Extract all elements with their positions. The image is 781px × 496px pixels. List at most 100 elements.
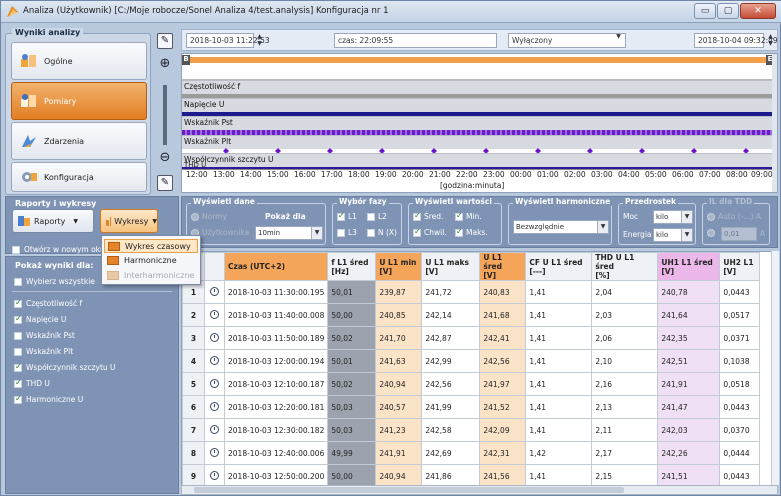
avg-checkbox[interactable]: Śred. bbox=[413, 211, 443, 221]
l3-checkbox[interactable]: L3 bbox=[337, 228, 357, 237]
table-row[interactable]: 9 2018-10-03 12:50:00.200 50,00 240,94 241,8… bbox=[182, 464, 761, 486]
table-row[interactable]: 2 2018-10-03 11:40:00.008 50,00 240,85 242,1… bbox=[182, 303, 761, 327]
result-checkbox[interactable]: Napięcie U bbox=[14, 314, 67, 324]
mode-select[interactable]: Wyłączony bbox=[508, 33, 626, 48]
table-cell: 242,09 bbox=[479, 418, 527, 442]
open-new-window-checkbox[interactable]: Otwórz w nowym oknie bbox=[12, 245, 111, 254]
edit-icon-2[interactable]: ✎ bbox=[157, 175, 173, 191]
result-checkbox[interactable]: Wskaźnik Plt bbox=[14, 347, 73, 356]
table-row[interactable]: 4 2018-10-03 12:00:00.194 50,01 241,63 242,9… bbox=[182, 349, 761, 373]
table-cell: 50,02 bbox=[327, 372, 377, 396]
max-checkbox[interactable]: Maks. bbox=[455, 227, 488, 237]
tdd-value-field[interactable]: 0,01 bbox=[721, 227, 757, 241]
result-checkbox[interactable]: THD U bbox=[14, 378, 50, 388]
power-prefix-select[interactable]: kilo ▼ bbox=[653, 210, 693, 224]
range-bar[interactable] bbox=[182, 57, 774, 63]
timeline-scrollbar[interactable] bbox=[772, 54, 777, 192]
timeline-row: Współczynnik szczytu U bbox=[182, 153, 774, 167]
table-cell: 50,03 bbox=[327, 418, 377, 442]
table-cell: 2,04 bbox=[591, 280, 659, 304]
tick-label: 08:00 bbox=[726, 170, 748, 179]
timeline-row-label: Częstotliwość f bbox=[184, 82, 241, 91]
table-row[interactable]: 7 2018-10-03 12:30:00.182 50,03 241,23 242,5… bbox=[182, 418, 761, 442]
edit-icon[interactable]: ✎ bbox=[157, 33, 173, 49]
energy-prefix-select[interactable]: kilo ▼ bbox=[653, 228, 693, 242]
column-header[interactable]: f L1 śred [Hz] bbox=[327, 252, 377, 281]
result-checkbox[interactable]: Częstotliwość f bbox=[14, 298, 82, 308]
menu-item-harmonics[interactable]: Harmoniczne bbox=[104, 254, 198, 268]
table-cell: 240,85 bbox=[375, 303, 423, 327]
nav-config-button[interactable]: Konfiguracja bbox=[11, 162, 147, 192]
scroll-thumb[interactable] bbox=[194, 487, 624, 493]
table-cell: 0,0443 bbox=[719, 395, 761, 419]
column-header[interactable]: Czas (UTC+2) bbox=[223, 252, 329, 281]
timeline-row: Wskaźnik Pst bbox=[182, 116, 774, 130]
norms-radio[interactable]: Normy bbox=[191, 212, 227, 221]
instant-checkbox[interactable]: Chwil. bbox=[413, 227, 447, 237]
start-time-field[interactable]: 2018-10-03 11:22:53 bbox=[186, 33, 270, 48]
clock-icon bbox=[204, 303, 225, 327]
interval-select[interactable]: 10min ▼ bbox=[255, 226, 323, 240]
table-row[interactable]: 5 2018-10-03 12:10:00.187 50,02 240,94 242,5… bbox=[182, 372, 761, 396]
table-row[interactable]: 3 2018-10-03 11:50:00.189 50,02 241,70 242,8… bbox=[182, 326, 761, 350]
min-checkbox[interactable]: Min. bbox=[455, 211, 482, 221]
charts-button[interactable]: Wykresy ▼ bbox=[100, 209, 158, 233]
column-header[interactable]: THD U L1 śred [%] bbox=[591, 252, 659, 281]
table-row[interactable]: 1 2018-10-03 11:30:00.195 50,01 239,87 241,7… bbox=[182, 280, 761, 304]
app-window: Analiza (Użytkownik) [C:/Moje robocze/So… bbox=[0, 0, 781, 496]
nav-measurements-button[interactable]: Pomiary bbox=[11, 82, 147, 120]
start-time-spinner[interactable]: ▲ ▼ bbox=[255, 33, 264, 48]
show-results-title: Pokaż wyniki dla: bbox=[12, 261, 97, 270]
l2-checkbox[interactable]: L2 bbox=[367, 212, 387, 221]
column-header[interactable]: UH1 L1 śred [V] bbox=[657, 252, 721, 281]
timeline-chart[interactable]: B E Częstotliwość f Napięcie U Wskaźnik … bbox=[181, 53, 778, 193]
n-checkbox[interactable]: N (X) bbox=[367, 228, 397, 237]
menu-item-timeplot[interactable]: Wykres czasowy bbox=[104, 239, 198, 253]
table-row[interactable]: 6 2018-10-03 12:20:00.181 50,03 240,57 241,9… bbox=[182, 395, 761, 419]
nav-events-button[interactable]: Zdarzenia bbox=[11, 122, 147, 160]
power-label: Moc bbox=[623, 212, 639, 221]
column-header[interactable]: CF U L1 śred [---] bbox=[525, 252, 593, 281]
menu-item-label: Harmoniczne bbox=[124, 256, 177, 265]
reports-button[interactable]: Raporty ▼ bbox=[12, 209, 94, 233]
harmonics-group: Wyświetl harmoniczne Bezwzględnie ▼ bbox=[508, 197, 613, 245]
l1-checkbox[interactable]: L1 bbox=[337, 211, 357, 221]
tick-label: 12:00 bbox=[186, 170, 208, 179]
table-cell: 1,41 bbox=[525, 326, 593, 350]
nav-general-button[interactable]: Ogólne bbox=[11, 42, 147, 80]
select-all-checkbox[interactable]: Wybierz wszystkie bbox=[14, 277, 95, 286]
minimize-button[interactable]: ▭ bbox=[694, 3, 716, 19]
row-number: 9 bbox=[182, 464, 205, 486]
column-header[interactable] bbox=[204, 252, 225, 281]
harmonics-mode-select[interactable]: Bezwzględnie ▼ bbox=[513, 220, 609, 234]
time-axis: THD U 12:00 13:00 14:00 15:00 16:00 17:0… bbox=[182, 161, 774, 192]
result-label: Napięcie U bbox=[26, 315, 67, 324]
end-time-field[interactable]: 2018-10-04 09:32:49 bbox=[694, 33, 778, 48]
chevron-down-icon[interactable]: ▼ bbox=[614, 33, 623, 48]
prefix-group: Przedrostek Moc kilo ▼ Energia kilo ▼ bbox=[618, 197, 696, 245]
column-header[interactable]: U L1 śred [V] bbox=[479, 252, 527, 281]
zoom-slider[interactable] bbox=[163, 85, 167, 145]
column-header[interactable]: U L1 maks [V] bbox=[421, 252, 481, 281]
table-vertical-scrollbar[interactable] bbox=[771, 251, 779, 485]
zoom-in-icon[interactable]: ⊕ bbox=[157, 57, 173, 73]
table-horizontal-scrollbar[interactable] bbox=[181, 485, 778, 495]
maximize-button[interactable]: ▢ bbox=[717, 3, 739, 19]
result-checkbox[interactable]: Harmoniczne U bbox=[14, 394, 83, 404]
column-header[interactable]: UH2 L1 [V] bbox=[719, 252, 761, 281]
result-checkbox[interactable]: Współczynnik szczytu U bbox=[14, 362, 116, 372]
tdd-group-title: IL dla TDD bbox=[707, 197, 755, 206]
range-start-marker[interactable]: B bbox=[182, 55, 190, 65]
tdd-manual-radio[interactable] bbox=[707, 229, 718, 237]
timeline-row: Częstotliwość f bbox=[182, 80, 774, 94]
column-header[interactable]: U L1 min [V] bbox=[375, 252, 423, 281]
result-checkbox[interactable]: Wskaźnik Pst bbox=[14, 331, 75, 340]
end-time-spinner[interactable]: ▲ ▼ bbox=[766, 33, 775, 48]
table-cell: 2,17 bbox=[591, 441, 659, 465]
close-button[interactable]: ✕ bbox=[740, 3, 776, 19]
table-cell: 1,41 bbox=[525, 395, 593, 419]
tdd-auto-radio[interactable]: Auto (-...) A bbox=[707, 212, 761, 221]
table-row[interactable]: 8 2018-10-03 12:40:00.006 49,99 241,91 242,6… bbox=[182, 441, 761, 465]
zoom-toolbar: ✎ ⊕ ⊖ ✎ bbox=[155, 27, 175, 197]
zoom-out-icon[interactable]: ⊖ bbox=[157, 151, 173, 167]
